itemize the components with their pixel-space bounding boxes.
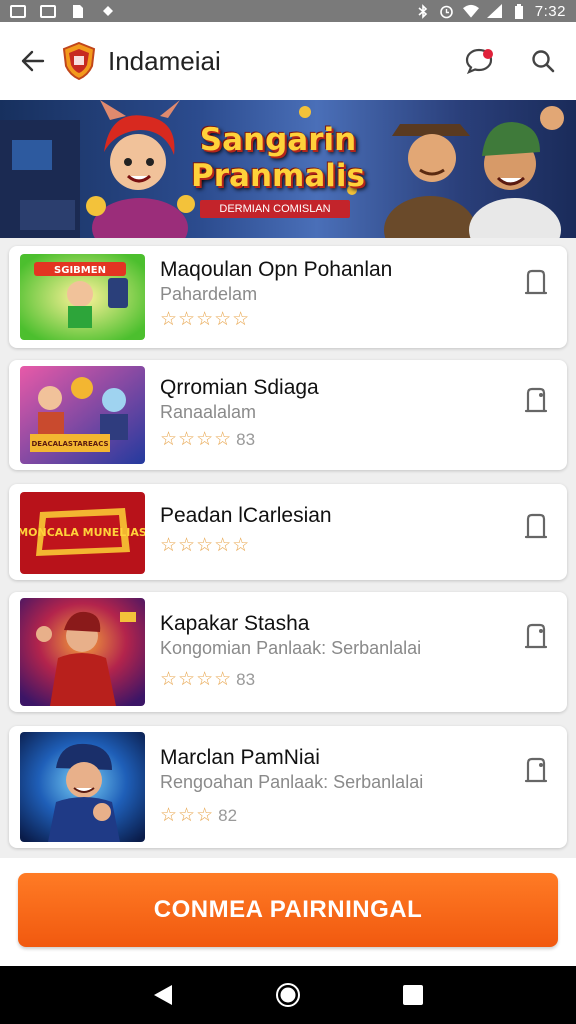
wifi-icon: [462, 4, 479, 18]
notification-dot: [483, 49, 493, 59]
star-rating: ☆☆☆☆: [160, 669, 233, 690]
app-bar: Indameiai: [0, 22, 576, 100]
rating-count: 82: [218, 805, 238, 825]
game-subtitle: Kongomian Panlaak: Serbanlalai: [160, 638, 422, 658]
game-rating: ☆☆☆☆☆: [160, 308, 254, 331]
star-rating: ☆☆☆☆☆: [160, 309, 251, 330]
home-circle-icon[interactable]: [273, 980, 303, 1010]
game-subtitle: Ranaalalam: [160, 402, 257, 422]
game-thumbnail: SGIBMEN: [20, 254, 145, 340]
game-title: Kapakar Stasha: [160, 612, 310, 635]
bookmark-icon[interactable]: [523, 268, 549, 296]
list-item[interactable]: SGIBMEN Maqoulan Opn Pohanlan Pahardelam…: [9, 246, 567, 348]
app-title: Indameiai: [108, 45, 221, 76]
banner-tagline: DERMIAN COMISLAN: [200, 200, 350, 218]
bookmark-icon[interactable]: [523, 622, 549, 650]
search-icon[interactable]: [528, 46, 558, 76]
bluetooth-icon: [415, 3, 431, 19]
dot-icon: [100, 4, 116, 18]
gallery-icon: [40, 4, 56, 18]
signal-icon: [487, 4, 503, 18]
game-thumbnail: [20, 598, 145, 706]
rating-count: 83: [236, 429, 256, 449]
primary-cta-button[interactable]: CONMEA PAIRNINGAL: [18, 873, 558, 947]
list-item[interactable]: DEACALASTAREACS Qrromian Sdiaga Ranaalal…: [9, 360, 567, 470]
list-item[interactable]: Marclan PamNiai Rengoahan Panlaak: Serba…: [9, 726, 567, 848]
back-triangle-icon[interactable]: [148, 980, 178, 1010]
battery-icon: [511, 3, 527, 19]
game-rating: ☆☆☆☆☆: [160, 534, 254, 557]
bookmark-icon[interactable]: [523, 512, 549, 540]
file-icon: [70, 4, 86, 18]
game-title: Maqoulan Opn Pohanlan: [160, 258, 393, 281]
game-rating: ☆☆☆☆ 83: [160, 668, 255, 691]
banner-title: Sangarin Pranmalis: [178, 122, 378, 194]
back-arrow-icon[interactable]: [18, 46, 48, 76]
game-rating: ☆☆☆☆ 83: [160, 428, 255, 451]
game-thumbnail: [20, 732, 145, 842]
game-title: Peadan lCarlesian: [160, 504, 332, 527]
star-rating: ☆☆☆: [160, 805, 215, 826]
game-subtitle: Pahardelam: [160, 284, 258, 304]
bookmark-icon[interactable]: [523, 386, 549, 414]
game-thumbnail: MONCALA MUNELIAS: [20, 492, 145, 574]
game-title: Marclan PamNiai: [160, 746, 320, 769]
banner-title-line1: Sangarin: [199, 122, 357, 158]
promo-banner[interactable]: Sangarin Pranmalis DERMIAN COMISLAN: [0, 100, 576, 238]
thumb-text: SGIBMEN: [54, 265, 106, 276]
game-title: Qrromian Sdiaga: [160, 376, 319, 399]
bookmark-icon[interactable]: [523, 756, 549, 784]
status-bar: 7:32: [0, 0, 576, 22]
rating-count: 83: [236, 669, 256, 689]
alarm-icon: [439, 4, 455, 18]
game-thumbnail: DEACALASTAREACS: [20, 366, 145, 464]
list-item[interactable]: Kapakar Stasha Kongomian Panlaak: Serban…: [9, 592, 567, 712]
image-icon: [10, 4, 26, 18]
thumb-text: DEACALASTAREACS: [31, 440, 108, 448]
list-item[interactable]: MONCALA MUNELIAS Peadan lCarlesian ☆☆☆☆☆: [9, 484, 567, 580]
game-rating: ☆☆☆ 82: [160, 804, 237, 827]
system-nav-bar: [0, 966, 576, 1024]
shield-logo-icon: [62, 41, 96, 81]
thumb-text: MONCALA MUNELIAS: [20, 526, 145, 539]
status-time: 7:32: [534, 2, 566, 20]
game-subtitle: Rengoahan Panlaak: Serbanlalai: [160, 772, 424, 792]
star-rating: ☆☆☆☆☆: [160, 535, 251, 556]
recents-square-icon[interactable]: [398, 980, 428, 1010]
chat-bubble-icon[interactable]: [464, 46, 494, 76]
banner-title-line2: Pranmalis: [191, 158, 365, 194]
star-rating: ☆☆☆☆: [160, 429, 233, 450]
